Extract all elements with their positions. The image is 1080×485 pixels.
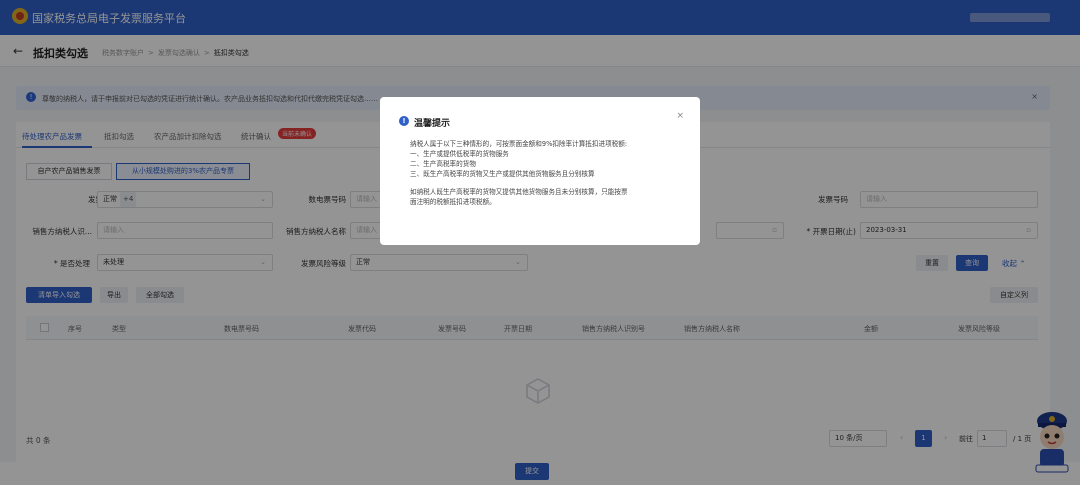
tip-dialog: ! 温馨提示 × 纳税人属于以下三种情形的，可按票面金额和9%扣除率计算抵扣进项… bbox=[380, 97, 700, 245]
close-icon[interactable]: × bbox=[676, 111, 684, 121]
dialog-line: 二、生产高税率的货物 bbox=[410, 160, 476, 168]
dialog-line: 纳税人属于以下三种情形的，可按票面金额和9%扣除率计算抵扣进项税额: bbox=[410, 140, 628, 148]
dialog-body: 纳税人属于以下三种情形的，可按票面金额和9%扣除率计算抵扣进项税额: 一、生产或… bbox=[410, 139, 690, 207]
dialog-line: 三、既生产高税率的货物又生产或提供其他货物服务且分别核算 bbox=[410, 170, 595, 178]
dialog-line: 面注明的税额抵扣进项税额。 bbox=[410, 198, 496, 206]
dialog-line: 如纳税人既生产高税率的货物又提供其他货物服务且未分别核算，只能按票 bbox=[410, 188, 628, 196]
dialog-title: 温馨提示 bbox=[414, 119, 451, 129]
dialog-line: 一、生产或提供低税率的货物服务 bbox=[410, 150, 509, 158]
info-icon: ! bbox=[399, 116, 409, 126]
